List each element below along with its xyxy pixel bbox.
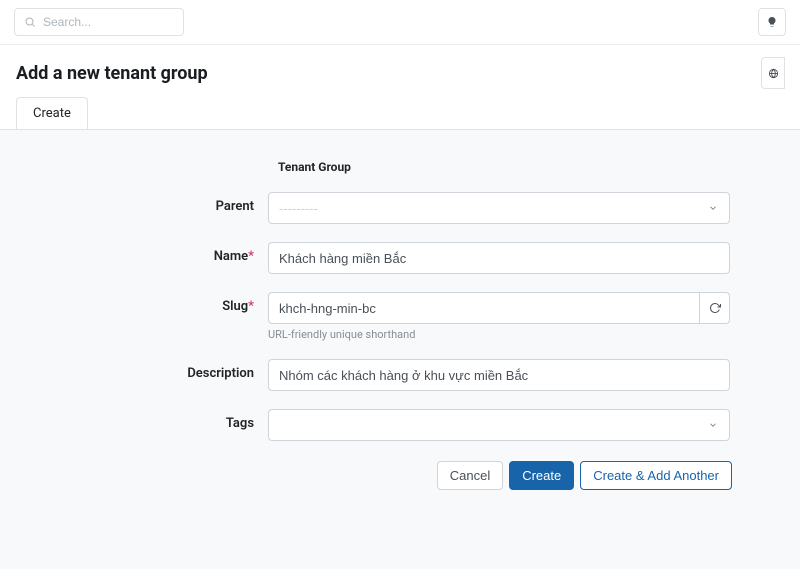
label-slug: Slug* (0, 292, 268, 314)
label-name: Name* (0, 242, 268, 264)
parent-select[interactable] (268, 192, 730, 224)
tags-select[interactable] (268, 409, 730, 441)
create-button[interactable]: Create (509, 461, 574, 490)
create-add-another-button[interactable]: Create & Add Another (580, 461, 732, 490)
theme-toggle-button[interactable] (758, 8, 786, 36)
slug-regenerate-button[interactable] (700, 292, 730, 324)
description-input[interactable] (268, 359, 730, 391)
search-box (14, 8, 184, 36)
cancel-button[interactable]: Cancel (437, 461, 503, 490)
label-description: Description (0, 359, 268, 381)
slug-help-text: URL-friendly unique shorthand (268, 328, 730, 341)
lightbulb-icon (766, 16, 778, 28)
label-tags: Tags (0, 409, 268, 431)
name-input[interactable] (268, 242, 730, 274)
bookmark-icon (768, 68, 779, 79)
refresh-icon (709, 302, 721, 314)
tab-create[interactable]: Create (16, 97, 88, 129)
slug-input[interactable] (268, 292, 700, 324)
search-input[interactable] (14, 8, 184, 36)
section-heading: Tenant Group (278, 160, 730, 174)
export-button[interactable] (761, 57, 785, 89)
label-parent: Parent (0, 192, 268, 214)
search-icon (24, 16, 36, 28)
page-title: Add a new tenant group (16, 63, 761, 84)
